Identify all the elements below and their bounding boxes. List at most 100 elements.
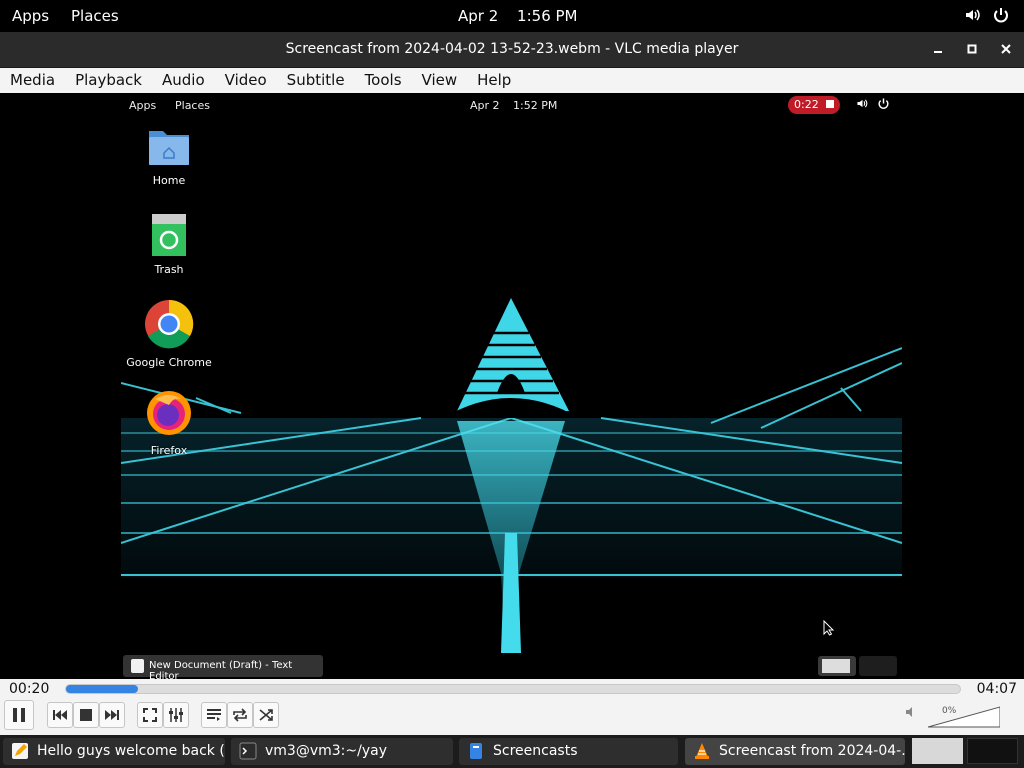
clock-date: Apr 2 (458, 7, 499, 25)
menu-help[interactable]: Help (467, 68, 521, 93)
fullscreen-icon (143, 708, 157, 722)
menu-media[interactable]: Media (0, 68, 65, 93)
recorded-clock: Apr 2 1:52 PM (470, 99, 567, 112)
recorded-workspace-2 (859, 656, 897, 676)
close-icon (1001, 44, 1011, 54)
system-tray[interactable] (964, 6, 1010, 24)
desktop-icon-label: Home (152, 174, 186, 187)
window-list-taskbar: Hello guys welcome back (... vm3@vm3:~/y… (0, 735, 1024, 768)
elapsed-time[interactable]: 00:20 (9, 681, 49, 697)
recorded-places-label: Places (175, 99, 210, 112)
desktop-icon-home: Home (124, 127, 214, 187)
extended-settings-button[interactable] (163, 702, 189, 728)
text-editor-icon (12, 743, 28, 759)
menu-view[interactable]: View (412, 68, 468, 93)
chrome-icon (145, 299, 194, 349)
recorded-date: Apr 2 (470, 99, 500, 112)
player-controls: 00:20 04:07 0% (0, 679, 1024, 735)
workspace-1[interactable] (912, 738, 963, 764)
files-icon (470, 743, 482, 759)
taskbar-item-label: Hello guys welcome back (... (37, 743, 225, 759)
places-menu[interactable]: Places (71, 7, 119, 25)
vlc-icon (695, 743, 709, 759)
taskbar-item-files[interactable]: Screencasts (459, 738, 678, 765)
close-button[interactable] (996, 40, 1016, 60)
power-icon (878, 98, 889, 109)
wallpaper-image (121, 298, 902, 653)
skip-previous-icon (53, 710, 67, 720)
power-icon[interactable] (992, 6, 1010, 24)
menu-subtitle[interactable]: Subtitle (277, 68, 355, 93)
video-area[interactable]: Apps Places Apr 2 1:52 PM 0:22 Home Tras… (0, 93, 1024, 679)
shuffle-icon (259, 709, 273, 721)
taskbar-item-label: Screencast from 2024-04-... (719, 743, 905, 759)
clock-time: 1:56 PM (517, 7, 578, 25)
stop-button[interactable] (73, 702, 99, 728)
shuffle-button[interactable] (253, 702, 279, 728)
window-titlebar[interactable]: Screencast from 2024-04-02 13-52-23.webm… (0, 32, 1024, 68)
recorded-taskbar-item: New Document (Draft) - Text Editor (123, 655, 323, 679)
menu-audio[interactable]: Audio (152, 68, 215, 93)
text-editor-icon (131, 659, 144, 673)
recorded-top-bar: Apps Places Apr 2 1:52 PM 0:22 (121, 93, 902, 117)
speaker-icon[interactable] (964, 6, 982, 24)
recorded-apps-label: Apps (129, 99, 157, 112)
recorded-time: 1:52 PM (513, 99, 558, 112)
taskbar-item-label: Screencasts (493, 743, 578, 759)
recorded-taskbar-label: New Document (Draft) - Text Editor (149, 660, 293, 679)
terminal-icon (239, 742, 257, 760)
minimize-icon (934, 51, 942, 53)
desktop-icon-trash: Trash (124, 214, 214, 276)
seek-bar[interactable] (65, 684, 961, 694)
desktop-icon-label: Google Chrome (126, 356, 212, 369)
maximize-button[interactable] (962, 40, 982, 60)
seek-bar-fill (66, 685, 139, 693)
stop-icon (80, 709, 92, 721)
video-frame: Apps Places Apr 2 1:52 PM 0:22 Home Tras… (121, 93, 902, 679)
menu-bar: Media Playback Audio Video Subtitle Tool… (0, 68, 1024, 93)
maximize-icon (967, 44, 977, 54)
desktop-icon-chrome: Google Chrome (124, 299, 214, 369)
taskbar-item-vlc[interactable]: Screencast from 2024-04-... (685, 738, 905, 765)
minimize-button[interactable] (928, 40, 948, 60)
desktop-icon-label: Trash (154, 263, 184, 276)
desktop-icon-label: Firefox (150, 444, 188, 457)
desktop-icon-firefox: Firefox (124, 389, 214, 457)
trash-icon (152, 214, 186, 256)
system-top-bar: Apps Places Apr 2 1:56 PM (0, 0, 1024, 32)
window-title: Screencast from 2024-04-02 13-52-23.webm… (285, 41, 739, 57)
skip-next-icon (105, 710, 119, 720)
loop-button[interactable] (227, 702, 253, 728)
loop-icon (233, 708, 247, 722)
previous-button[interactable] (47, 702, 73, 728)
recorded-tray (856, 97, 890, 110)
taskbar-item-text-editor[interactable]: Hello guys welcome back (... (3, 738, 225, 765)
workspace-2[interactable] (967, 738, 1018, 764)
firefox-icon (147, 391, 191, 435)
recording-indicator: 0:22 (788, 96, 840, 114)
recording-time: 0:22 (794, 98, 819, 111)
pause-icon (13, 708, 25, 722)
playlist-button[interactable] (201, 702, 227, 728)
next-button[interactable] (99, 702, 125, 728)
equalizer-icon (169, 708, 183, 722)
volume-slider[interactable] (928, 706, 1000, 728)
fullscreen-button[interactable] (137, 702, 163, 728)
volume-percent: 0% (942, 706, 957, 716)
speaker-icon (857, 99, 868, 108)
clock[interactable]: Apr 2 1:56 PM (458, 7, 592, 25)
menu-video[interactable]: Video (215, 68, 277, 93)
playlist-icon (207, 709, 221, 721)
apps-menu[interactable]: Apps (12, 7, 49, 25)
volume-muted-icon[interactable] (905, 705, 919, 719)
recorded-workspace-1 (818, 656, 856, 676)
total-time[interactable]: 04:07 (977, 681, 1017, 697)
home-folder-icon (149, 131, 189, 165)
taskbar-item-label: vm3@vm3:~/yay (265, 743, 387, 759)
mouse-cursor-icon (823, 620, 835, 636)
taskbar-item-terminal[interactable]: vm3@vm3:~/yay (231, 738, 453, 765)
stop-square-icon (826, 100, 835, 108)
menu-tools[interactable]: Tools (355, 68, 412, 93)
menu-playback[interactable]: Playback (65, 68, 152, 93)
pause-button[interactable] (4, 700, 34, 730)
